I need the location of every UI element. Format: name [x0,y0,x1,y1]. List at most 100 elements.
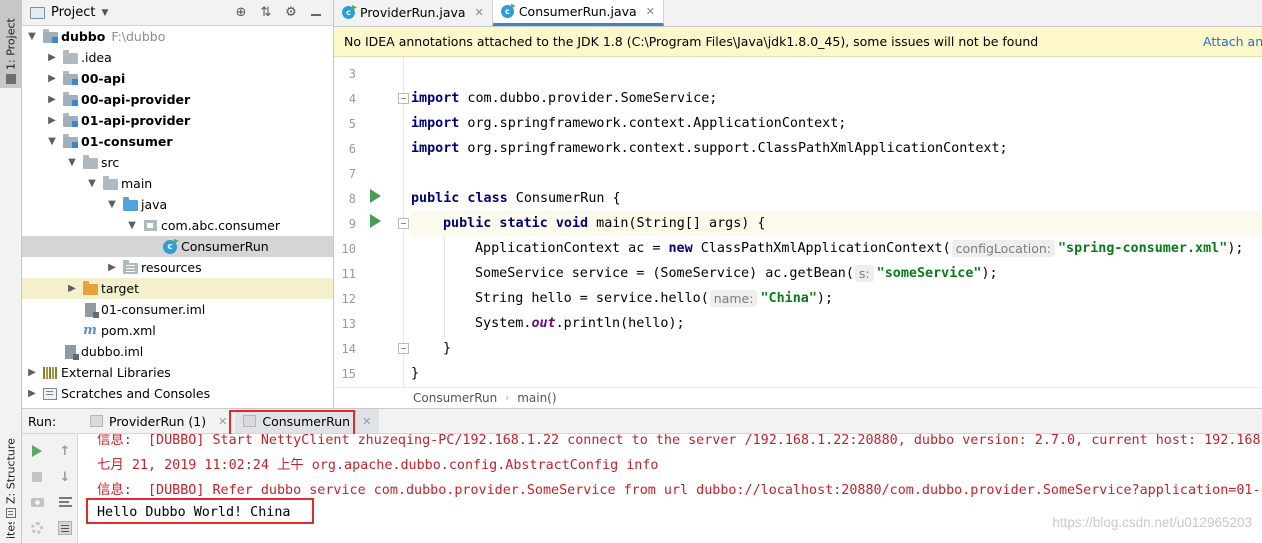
rerun-icon[interactable] [28,442,46,460]
keyword: import [411,91,460,106]
arrow-up-icon[interactable]: ↑ [56,442,74,460]
project-view-selector[interactable]: Project [51,5,95,20]
tree-item[interactable]: ▼ dubbo F:\dubbo [22,26,333,47]
source-folder-icon [122,197,138,212]
tree-item[interactable]: ▼ 01-consumer [22,131,333,152]
consumer-tab-highlight-box [229,410,355,437]
chevron-right-icon[interactable]: ▶ [66,283,78,294]
collapse-all-icon[interactable]: ⇅ [259,5,273,20]
chevron-right-icon[interactable]: ▶ [46,73,58,84]
tree-item[interactable]: ▶cConsumerRun [22,236,333,257]
settings-gear-icon[interactable]: ⚙ [284,5,298,20]
tree-item[interactable]: ▶ 00-api [22,68,333,89]
arrow-down-icon[interactable]: ↓ [56,468,74,486]
close-icon[interactable]: ✕ [646,5,655,18]
code-line-4: import com.dubbo.provider.SomeService; [411,86,1262,111]
camera-icon[interactable] [28,493,46,511]
tree-item[interactable]: ▼ main [22,173,333,194]
tree-item[interactable]: ▶ resources [22,257,333,278]
tree-item[interactable]: ▶ 00-api-provider [22,89,333,110]
tree-item[interactable]: ▼ src [22,152,333,173]
chevron-right-icon[interactable]: ▶ [106,262,118,273]
chevron-down-icon[interactable]: ▼ [126,220,138,231]
chevron-right-icon[interactable]: ▶ [46,52,58,63]
code-text: String hello = service.hello( [475,291,709,306]
parameter-hint: s: [854,265,874,282]
code-line-13: System. out .println(hello); [411,311,1262,336]
excluded-folder-icon [82,281,98,296]
static-field: out [531,316,556,331]
chevron-right-icon[interactable]: ▶ [46,94,58,105]
breadcrumb-class[interactable]: ConsumerRun [413,391,497,405]
soft-wrap-icon[interactable] [56,493,74,511]
project-header-tools: ⊕ ⇅ ⚙ [234,5,333,20]
module-folder-icon [62,113,78,128]
tree-item[interactable]: ▶dubbo.iml [22,341,333,362]
chevron-down-icon[interactable]: ▼ [26,31,38,42]
chevron-down-icon[interactable]: ▼ [106,199,118,210]
code-editor[interactable]: 3 4 5 6 7 8 9 10 11 12 13 14 15 import c… [334,57,1262,387]
tree-item[interactable]: ▼ com.abc.consumer [22,215,333,236]
chevron-down-icon[interactable]: ▼ [46,136,58,147]
code-line-6: import org.springframework.context.suppo… [411,136,1262,161]
tree-item[interactable]: ▶ External Libraries [22,362,333,383]
chevron-down-icon[interactable]: ▼ [101,8,108,18]
notification-text: No IDEA annotations attached to the JDK … [344,34,1039,49]
attach-annotations-link[interactable]: Attach annotations [1203,34,1262,49]
tree-item[interactable]: ▶mpom.xml [22,320,333,341]
tree-item[interactable]: ▶ .idea [22,47,333,68]
close-icon[interactable]: ✕ [362,415,371,428]
code-line-12: String hello = service.hello(name: "China… [411,286,1262,311]
locate-file-icon[interactable]: ⊕ [234,5,248,20]
console-line: 信息: [DUBBO] Start NettyClient zhuzeqing-… [97,434,1262,448]
chevron-right-icon[interactable]: ▶ [46,115,58,126]
keyword: public class [411,191,508,206]
string-literal: "spring-consumer.xml" [1058,241,1228,256]
close-icon[interactable]: ✕ [475,6,484,19]
tab-consumer-run[interactable]: c ConsumerRun.java ✕ [492,0,664,26]
tree-item[interactable]: ▼ java [22,194,333,215]
code-text: ); [981,266,998,281]
breadcrumb-method[interactable]: main() [517,391,556,405]
tree-item[interactable]: ▶ Scratches and Consoles [22,383,333,404]
scroll-to-end-icon[interactable] [56,519,74,537]
run-tab-provider[interactable]: ProviderRun (1) ✕ [82,409,235,433]
keyword: import [411,116,460,131]
debug-gear-icon[interactable] [28,519,46,537]
folder-icon [62,50,78,65]
fold-marker-icon[interactable] [398,93,409,104]
code-line-14: } [411,336,1262,361]
code-text: SomeService service = (SomeService) ac.g… [475,266,854,281]
fold-marker-icon[interactable] [398,218,409,229]
chevron-right-icon[interactable]: ▶ [26,367,38,378]
scratches-icon [42,387,58,401]
tree-item[interactable]: ▶01-consumer.iml [22,299,333,320]
chevron-down-icon[interactable]: ▼ [86,178,98,189]
module-folder-icon [62,71,78,86]
fold-marker-icon[interactable] [398,343,409,354]
tree-item-label: .idea [81,50,112,65]
project-tool-window-tab[interactable]: 1: Project [0,0,22,88]
close-icon[interactable]: ✕ [218,415,227,428]
hide-panel-icon[interactable] [309,5,323,20]
left-tool-strip: 1: Project Z: Structure ites [0,0,22,543]
string-literal: "China" [760,291,817,306]
chevron-down-icon[interactable]: ▼ [66,157,78,168]
line-number: 15 [341,367,356,381]
tree-item[interactable]: ▶ 01-api-provider [22,110,333,131]
tree-item-label: 01-consumer [81,134,173,149]
run-panel-header: Run: ProviderRun (1) ✕ ConsumerRun ✕ [22,408,1262,434]
run-class-gutter-icon[interactable] [370,189,381,203]
stop-icon[interactable] [28,468,46,486]
resources-folder-icon [122,260,138,275]
run-main-gutter-icon[interactable] [370,214,381,228]
tab-label: ConsumerRun.java [518,3,637,19]
tab-provider-run[interactable]: c ProviderRun.java ✕ [334,0,493,26]
chevron-right-icon[interactable]: ▶ [26,388,38,399]
structure-tool-window-tab[interactable]: Z: Structure [0,418,22,522]
folder-icon [102,176,118,191]
favorites-tool-window-tab[interactable]: ites [0,522,22,543]
console-line: 七月 21, 2019 11:02:24 上午 org.apache.dubbo… [97,457,659,473]
tree-item[interactable]: ▶ target [22,278,333,299]
package-icon [142,219,158,233]
